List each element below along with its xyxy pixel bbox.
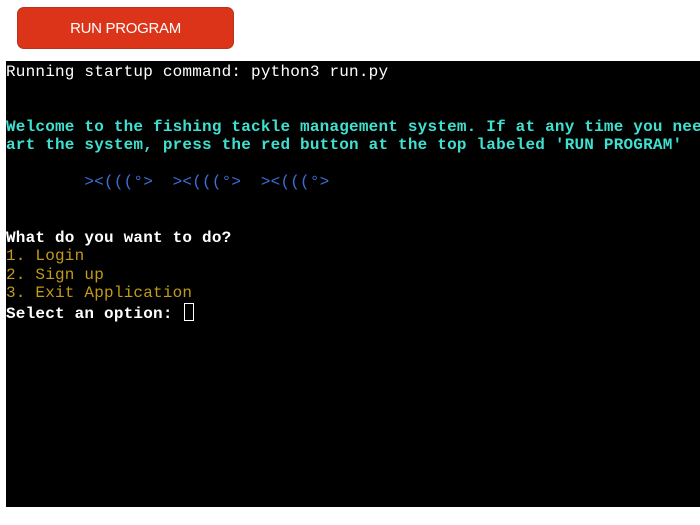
welcome-line-2: art the system, press the red button at … bbox=[6, 136, 683, 154]
menu-prompt: What do you want to do? bbox=[6, 229, 232, 247]
menu-option-exit: 3. Exit Application bbox=[6, 284, 193, 302]
cursor bbox=[184, 303, 195, 321]
input-line[interactable]: Select an option: bbox=[6, 303, 195, 323]
menu-option-login: 1. Login bbox=[6, 247, 85, 265]
run-program-button[interactable]: RUN PROGRAM bbox=[17, 7, 234, 49]
startup-line: Running startup command: python3 run.py bbox=[6, 63, 389, 81]
input-label: Select an option: bbox=[6, 305, 183, 323]
welcome-line-1: Welcome to the fishing tackle management… bbox=[6, 118, 700, 136]
menu-option-signup: 2. Sign up bbox=[6, 266, 105, 284]
fish-art: ><(((°> ><(((°> ><(((°> bbox=[6, 173, 330, 191]
terminal[interactable]: Running startup command: python3 run.py … bbox=[6, 61, 700, 507]
